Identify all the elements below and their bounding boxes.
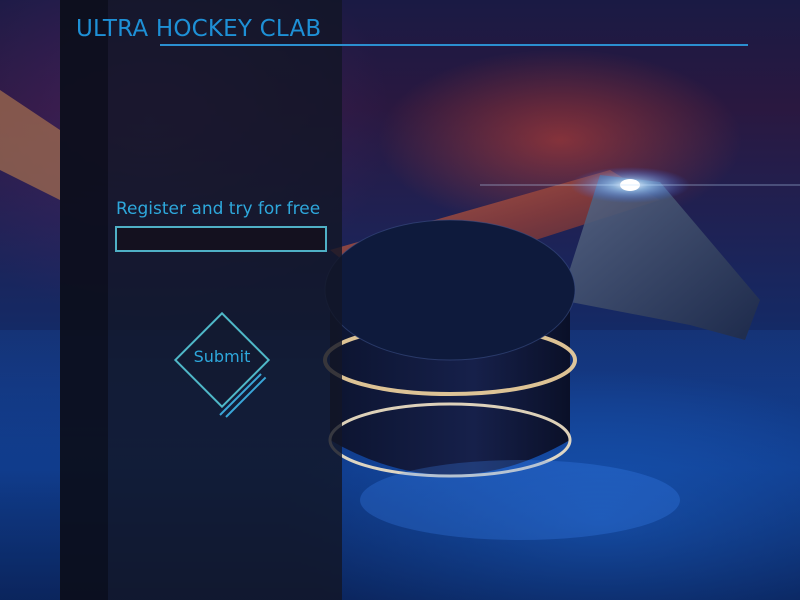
page: ULTRA HOCKEY CLAB Register and try for f…	[0, 0, 800, 600]
overlay-panel-edge	[60, 0, 108, 600]
submit-button-container: Submit	[168, 306, 278, 418]
title-underline	[160, 44, 748, 46]
register-input[interactable]	[115, 226, 327, 252]
register-label: Register and try for free	[116, 199, 321, 219]
page-title: ULTRA HOCKEY CLAB	[76, 16, 322, 42]
submit-button[interactable]: Submit	[168, 306, 276, 406]
